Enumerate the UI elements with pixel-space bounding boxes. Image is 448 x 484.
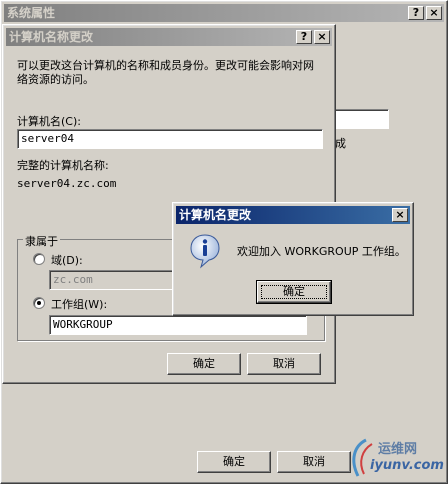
outer-cancel-button[interactable]: 取消	[277, 451, 351, 473]
system-properties-titlebar[interactable]: 系统属性 ? ×	[4, 4, 444, 22]
dialog-close-button[interactable]: ×	[314, 30, 330, 44]
computer-name-input[interactable]: server04	[17, 129, 323, 149]
radio-selected-dot	[37, 301, 41, 305]
watermark-site-cn: 运维网	[378, 442, 418, 457]
message-close-button[interactable]: ×	[392, 208, 408, 222]
computer-name-label: 计算机名(C):	[17, 115, 81, 128]
message-ok-button[interactable]: 确定	[256, 280, 332, 304]
dialog-ok-button[interactable]: 确定	[167, 353, 241, 375]
dialog-cancel-button[interactable]: 取消	[247, 353, 321, 375]
watermark-logo: 运维网 iyunv.com	[348, 436, 444, 480]
message-text: 欢迎加入 WORKGROUP 工作组。	[237, 245, 406, 258]
background-description-input[interactable]	[331, 109, 389, 129]
domain-radio[interactable]	[33, 253, 45, 265]
info-icon	[190, 234, 220, 269]
message-box-title: 计算机名更改	[179, 208, 252, 222]
message-box-titlebar[interactable]: 计算机名更改 ×	[176, 206, 410, 224]
computer-name-title: 计算机名称更改	[9, 30, 94, 44]
system-properties-title: 系统属性	[7, 6, 56, 20]
close-button[interactable]: ×	[426, 6, 442, 20]
full-name-value: server04.zc.com	[17, 177, 117, 190]
dialog-help-button[interactable]: ?	[296, 30, 312, 44]
watermark-site-url: iyunv.com	[370, 458, 444, 473]
workgroup-input[interactable]: WORKGROUP	[49, 315, 307, 335]
workgroup-label: 工作组(W):	[51, 298, 108, 311]
domain-label: 域(D):	[51, 254, 83, 267]
workgroup-radio[interactable]	[33, 297, 45, 309]
full-name-label: 完整的计算机名称:	[17, 159, 109, 172]
help-button[interactable]: ?	[408, 6, 424, 20]
outer-ok-button[interactable]: 确定	[197, 451, 271, 473]
description-text: 可以更改这台计算机的名称和成员身份。更改可能会影响对网络资源的访问。	[17, 59, 314, 86]
computer-name-titlebar[interactable]: 计算机名称更改 ? ×	[6, 28, 332, 46]
message-box: 计算机名更改 × 欢迎加入 WORKGROUP 工作组。 确定	[172, 202, 414, 316]
background-text-fragment: 成	[335, 137, 346, 150]
member-of-label: 隶属于	[23, 233, 60, 249]
